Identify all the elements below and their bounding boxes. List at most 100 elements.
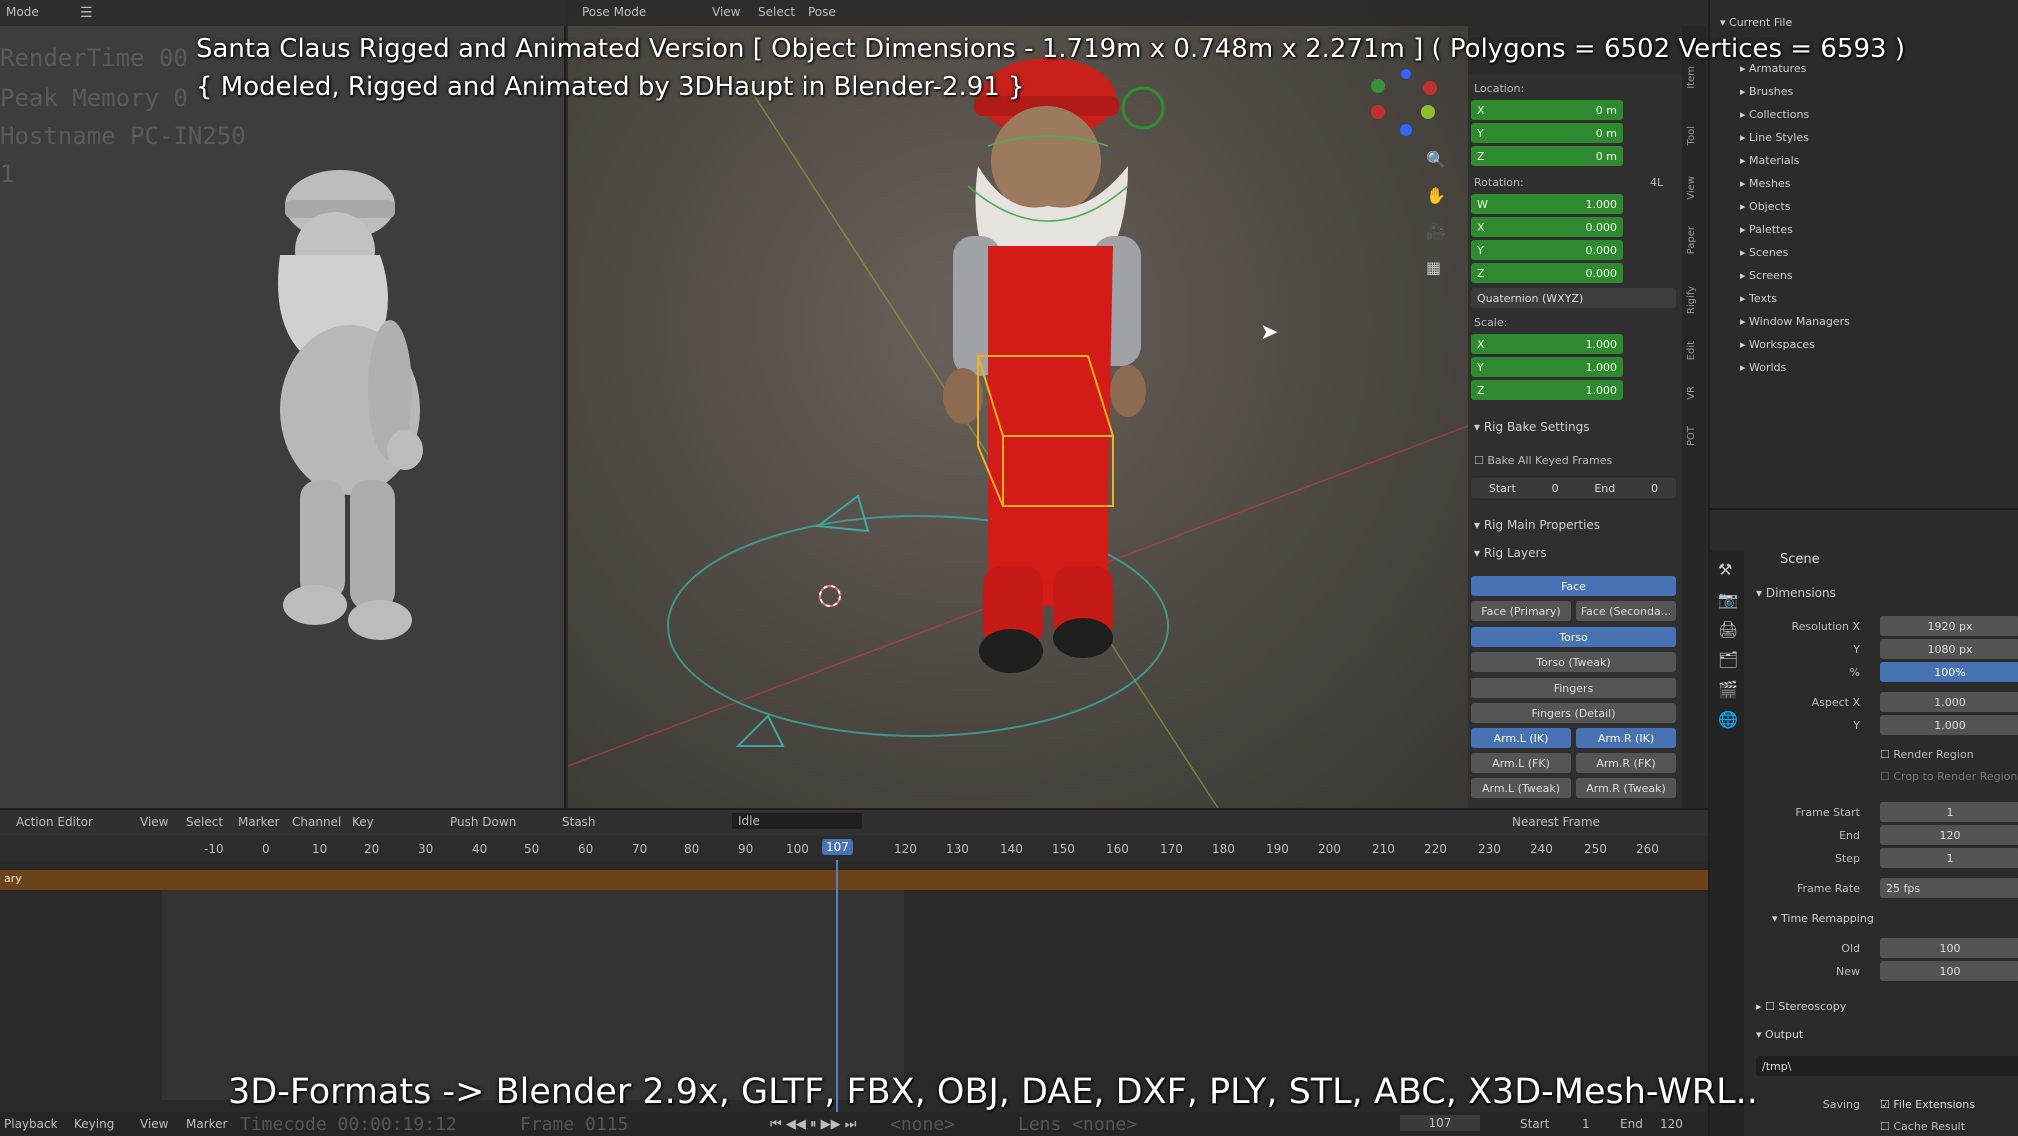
cache-result-checkbox[interactable]: ☐ Cache Result — [1880, 1120, 1965, 1133]
scale-x-field[interactable]: X 1.000 — [1471, 334, 1623, 354]
pan-hand-icon[interactable]: ✋ — [1426, 186, 1446, 205]
layer-torso-button[interactable]: Torso — [1471, 627, 1676, 647]
bake-all-checkbox[interactable]: ☐ Bake All Keyed Frames — [1474, 454, 1612, 467]
rotation-z-field[interactable]: Z 0.000 — [1471, 263, 1623, 283]
remap-old-field[interactable]: 100 — [1880, 938, 2018, 958]
push-down-button[interactable]: Push Down — [450, 815, 516, 829]
frame-start-field[interactable]: 1 — [1880, 802, 2018, 822]
main-viewport[interactable]: Pose Mode View Select Pose 🔍 ✋ 🎥 ▦ ➤ — [568, 0, 1468, 808]
frame-ruler[interactable]: -10 0 10 20 30 40 50 60 70 80 90 100 107… — [0, 836, 1708, 862]
outliner-item[interactable]: ▸ Window Managers — [1740, 315, 1850, 328]
output-header[interactable]: ▾ Output — [1756, 1028, 1803, 1041]
footer-start-field[interactable]: 1 — [1582, 1117, 1590, 1131]
layer-arm-r-tweak-button[interactable]: Arm.R (Tweak) — [1576, 778, 1676, 798]
scale-y-field[interactable]: Y 1.000 — [1471, 357, 1623, 377]
menu-select[interactable]: Select — [186, 815, 223, 829]
aspect-x-field[interactable]: 1.000 — [1880, 692, 2018, 712]
action-name-field[interactable]: Idle — [732, 813, 862, 829]
view-layer-icon[interactable]: 🗂 — [1718, 650, 1738, 669]
menu-marker[interactable]: Marker — [238, 815, 279, 829]
channel-row[interactable]: ary — [0, 870, 1708, 890]
grid-icon[interactable]: ▦ — [1426, 258, 1441, 277]
menu-view[interactable]: View — [712, 5, 740, 19]
output-icon[interactable]: 🖨 — [1718, 620, 1738, 639]
outliner-item[interactable]: ▸ Collections — [1740, 108, 1809, 121]
snap-dropdown[interactable]: Nearest Frame — [1512, 815, 1600, 829]
location-y-field[interactable]: Y 0 m — [1471, 123, 1623, 143]
outliner-item[interactable]: ▸ Brushes — [1740, 85, 1793, 98]
outliner-item[interactable]: ▸ Line Styles — [1740, 131, 1809, 144]
playback-controls-icon[interactable]: ⏮ ◀◀ ⏸ ▶▶ ⏭ — [770, 1117, 856, 1132]
footer-end-field[interactable]: 120 — [1660, 1117, 1683, 1131]
tab-item[interactable]: Item — [1686, 66, 1697, 89]
tab-pot[interactable]: POT — [1686, 426, 1697, 446]
tab-tool[interactable]: Tool — [1686, 126, 1697, 145]
layer-face-secondary-button[interactable]: Face (Seconda... — [1576, 601, 1676, 621]
playback-menu[interactable]: Playback — [4, 1117, 58, 1131]
crop-region-checkbox[interactable]: ☐ Crop to Render Region — [1880, 770, 2017, 783]
camera-icon[interactable]: 🎥 — [1426, 222, 1446, 241]
layer-torso-tweak-button[interactable]: Torso (Tweak) — [1471, 652, 1676, 672]
menu-select[interactable]: Select — [758, 5, 795, 19]
footer-view-menu[interactable]: View — [140, 1117, 168, 1131]
time-remapping-header[interactable]: ▾ Time Remapping — [1772, 912, 1874, 925]
mode-dropdown[interactable]: Mode — [6, 5, 39, 19]
menu-view[interactable]: View — [140, 815, 168, 829]
render-icon[interactable]: 📷 — [1718, 590, 1738, 609]
frame-end-field[interactable]: 120 — [1880, 825, 2018, 845]
layer-face-primary-button[interactable]: Face (Primary) — [1471, 601, 1571, 621]
left-viewport[interactable]: Mode ☰ RenderTime 00 Peak Memory 0 Hostn… — [0, 0, 566, 808]
outliner-item[interactable]: ▸ Objects — [1740, 200, 1791, 213]
rotation-mode-dropdown[interactable]: Quaternion (WXYZ) — [1471, 288, 1676, 308]
stereoscopy-header[interactable]: ▸ ☐ Stereoscopy — [1756, 1000, 1846, 1013]
rotation-mode-badge[interactable]: 4L — [1650, 176, 1663, 189]
rotation-w-field[interactable]: W 1.000 — [1471, 194, 1623, 214]
tab-paper[interactable]: Paper — [1686, 226, 1697, 254]
render-region-checkbox[interactable]: ☐ Render Region — [1880, 748, 1974, 761]
bake-range-field[interactable]: Start 0 End 0 — [1471, 478, 1676, 498]
outliner-item[interactable]: ▸ Materials — [1740, 154, 1799, 167]
world-icon[interactable]: 🌐 — [1718, 710, 1738, 729]
dimensions-header[interactable]: ▾ Dimensions — [1756, 586, 1836, 600]
menu-channel[interactable]: Channel — [292, 815, 341, 829]
rig-layers-header[interactable]: ▾ Rig Layers — [1474, 546, 1547, 560]
layer-arm-r-ik-button[interactable]: Arm.R (IK) — [1576, 728, 1676, 748]
location-x-field[interactable]: X 0 m — [1471, 100, 1623, 120]
current-frame-field[interactable]: 107 — [1400, 1115, 1480, 1131]
resolution-x-field[interactable]: 1920 px — [1880, 616, 2018, 636]
output-path-field[interactable]: /tmp\ — [1756, 1056, 2018, 1076]
outliner-item[interactable]: ▸ Screens — [1740, 269, 1793, 282]
layer-fingers-button[interactable]: Fingers — [1471, 678, 1676, 698]
outliner-root[interactable]: ▾ Current File — [1720, 16, 1792, 29]
rig-bake-settings-header[interactable]: ▾ Rig Bake Settings — [1474, 420, 1589, 434]
layer-arm-l-tweak-button[interactable]: Arm.L (Tweak) — [1471, 778, 1571, 798]
layer-arm-l-fk-button[interactable]: Arm.L (FK) — [1471, 753, 1571, 773]
resolution-percent-field[interactable]: 100% — [1880, 662, 2018, 682]
outliner-item[interactable]: ▸ Meshes — [1740, 177, 1791, 190]
outliner-item[interactable]: ▸ Texts — [1740, 292, 1777, 305]
rig-main-properties-header[interactable]: ▾ Rig Main Properties — [1474, 518, 1600, 532]
resolution-y-field[interactable]: 1080 px — [1880, 639, 2018, 659]
layer-fingers-detail-button[interactable]: Fingers (Detail) — [1471, 703, 1676, 723]
file-extensions-checkbox[interactable]: ☑ File Extensions — [1880, 1098, 1975, 1111]
hamburger-icon[interactable]: ☰ — [80, 5, 93, 21]
layer-arm-r-fk-button[interactable]: Arm.R (FK) — [1576, 753, 1676, 773]
tool-icon[interactable]: ⚒ — [1718, 560, 1732, 579]
outliner-item[interactable]: ▸ Workspaces — [1740, 338, 1815, 351]
scene-icon[interactable]: 🎬 — [1718, 680, 1738, 699]
layer-face-button[interactable]: Face — [1471, 576, 1676, 596]
scale-z-field[interactable]: Z 1.000 — [1471, 380, 1623, 400]
frame-step-field[interactable]: 1 — [1880, 848, 2018, 868]
menu-key[interactable]: Key — [352, 815, 374, 829]
current-frame-indicator[interactable]: 107 — [822, 839, 853, 855]
zoom-icon[interactable]: 🔍 — [1426, 150, 1446, 169]
rotation-x-field[interactable]: X 0.000 — [1471, 217, 1623, 237]
pose-mode-dropdown[interactable]: Pose Mode — [582, 5, 646, 19]
tab-view[interactable]: View — [1686, 176, 1697, 200]
keying-menu[interactable]: Keying — [74, 1117, 114, 1131]
outliner-item[interactable]: ▸ Scenes — [1740, 246, 1788, 259]
stash-button[interactable]: Stash — [562, 815, 596, 829]
outliner-item[interactable]: ▸ Palettes — [1740, 223, 1793, 236]
tab-vr[interactable]: VR — [1686, 386, 1697, 400]
frame-rate-dropdown[interactable]: 25 fps — [1880, 878, 2018, 898]
